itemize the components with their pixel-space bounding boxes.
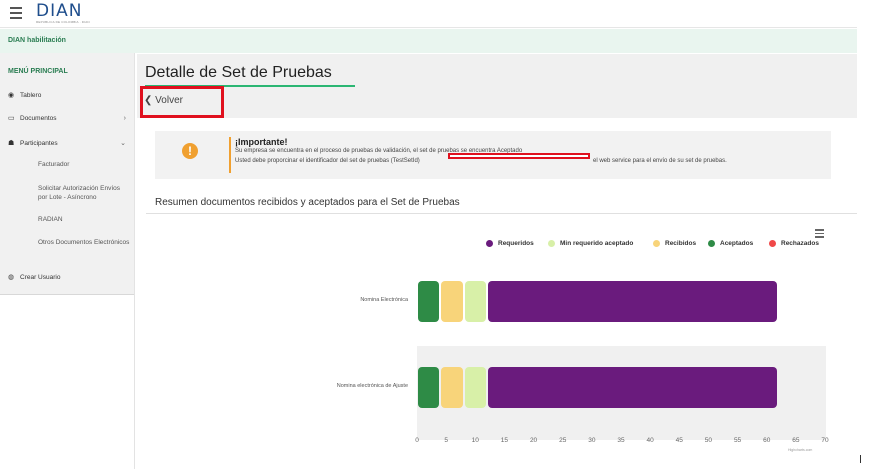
sidebar-item-label: Documentos bbox=[20, 114, 57, 122]
legend-dot-icon bbox=[486, 240, 493, 247]
x-tick-label: 60 bbox=[763, 437, 771, 444]
bar-min-requerido-aceptado[interactable] bbox=[464, 281, 486, 322]
user-add-icon: ◍ bbox=[8, 274, 15, 281]
sidebar-item-label: Crear Usuario bbox=[20, 273, 61, 281]
sidebar-item-documentos[interactable]: ▭ Documentos › bbox=[8, 114, 126, 123]
bar-requeridos[interactable] bbox=[487, 367, 778, 408]
sidebar-item-label: Participantes bbox=[20, 139, 58, 147]
legend-item-recibidos[interactable]: Recibidos bbox=[653, 240, 696, 247]
highlight-box-back bbox=[140, 86, 224, 118]
sidebar-subitem-otros-documentos[interactable]: Otros Documentos Electrónicos bbox=[38, 238, 130, 247]
x-tick-label: 20 bbox=[529, 437, 538, 444]
x-tick-label: 25 bbox=[559, 437, 567, 444]
sidebar-item-tablero[interactable]: ◉ Tablero bbox=[8, 91, 126, 100]
dashboard-icon: ◉ bbox=[8, 92, 15, 99]
x-tick-label: 65 bbox=[792, 437, 800, 444]
section-title: Resumen documentos recibidos y aceptados… bbox=[155, 197, 460, 208]
hamburger-menu-icon[interactable] bbox=[10, 7, 22, 19]
bar-aceptados[interactable] bbox=[418, 281, 440, 322]
x-tick-label: 0 bbox=[415, 437, 419, 444]
legend-item-rechazados[interactable]: Rechazados bbox=[769, 240, 819, 247]
users-icon: ☗ bbox=[8, 140, 15, 147]
sidebar-item-participantes[interactable]: ☗ Participantes ⌄ bbox=[8, 139, 126, 148]
x-tick-label: 40 bbox=[646, 437, 654, 444]
x-tick-label: 50 bbox=[704, 437, 713, 444]
legend-dot-icon bbox=[653, 240, 660, 247]
chevron-down-icon: ⌄ bbox=[120, 140, 126, 147]
x-tick-label: 45 bbox=[675, 437, 683, 444]
logo-subtitle: REPUBLICA DE COLOMBIA · DIAN bbox=[36, 20, 90, 24]
category-label: Nomina Electrónica bbox=[360, 297, 408, 303]
legend-item-min-requerido[interactable]: Min requerido aceptado bbox=[548, 240, 633, 247]
bar-min-requerido-aceptado[interactable] bbox=[464, 367, 486, 408]
page-title: Detalle de Set de Pruebas bbox=[145, 64, 332, 81]
sidebar-subitem-envios-lote[interactable]: Solicitar Autorización Envíos por Lote -… bbox=[38, 184, 130, 202]
chart-credits[interactable]: Highcharts.com bbox=[788, 448, 812, 452]
section-divider bbox=[146, 213, 857, 214]
top-bar: DIAN REPUBLICA DE COLOMBIA · DIAN bbox=[0, 0, 857, 28]
bar-recibidos[interactable] bbox=[441, 281, 463, 322]
x-tick-label: 35 bbox=[617, 437, 625, 444]
redacted-testsetid-box bbox=[448, 153, 590, 159]
legend-label: Aceptados bbox=[720, 240, 754, 247]
x-tick-label: 10 bbox=[471, 437, 479, 444]
bar-recibidos[interactable] bbox=[441, 367, 463, 408]
x-tick-label: 15 bbox=[500, 437, 509, 444]
chevron-right-icon: › bbox=[123, 114, 126, 122]
content-header: Detalle de Set de Pruebas ❮ Volver bbox=[137, 54, 857, 118]
legend-label: Rechazados bbox=[781, 240, 819, 247]
sidebar: MENÚ PRINCIPAL ◉ Tablero ▭ Documentos › … bbox=[0, 53, 134, 295]
text-cursor bbox=[860, 455, 861, 463]
legend-label: Requeridos bbox=[498, 240, 534, 247]
sidebar-subitem-radian[interactable]: RADIAN bbox=[38, 215, 130, 224]
x-tick-label: 55 bbox=[733, 437, 742, 444]
legend-dot-icon bbox=[548, 240, 555, 247]
legend-label: Min requerido aceptado bbox=[560, 240, 634, 247]
environment-bar: DIAN habilitación bbox=[0, 29, 857, 53]
category-label: Nomina electrónica de Ajuste bbox=[336, 383, 408, 389]
sidebar-subitem-facturador[interactable]: Facturador bbox=[38, 160, 130, 169]
alert-message-line2-end: el web service para el envío de su set d… bbox=[593, 158, 727, 164]
environment-label: DIAN habilitación bbox=[8, 37, 66, 44]
x-tick-label: 70 bbox=[821, 437, 829, 444]
legend-dot-icon bbox=[769, 240, 776, 247]
x-tick-label: 5 bbox=[444, 437, 448, 444]
bar-requeridos[interactable] bbox=[487, 281, 778, 322]
chart-menu-icon[interactable] bbox=[815, 229, 824, 240]
sidebar-heading: MENÚ PRINCIPAL bbox=[8, 68, 68, 75]
sidebar-item-label: Tablero bbox=[20, 91, 42, 99]
sidebar-item-crear-usuario[interactable]: ◍ Crear Usuario bbox=[8, 273, 126, 282]
x-tick-label: 30 bbox=[588, 437, 596, 444]
legend-item-requeridos[interactable]: Requeridos bbox=[486, 240, 534, 247]
bar-aceptados[interactable] bbox=[418, 367, 440, 408]
exclamation-icon: ! bbox=[182, 143, 198, 159]
alert-title: ¡Importante! bbox=[235, 137, 288, 147]
legend-dot-icon bbox=[708, 240, 715, 247]
alert-accent-bar bbox=[229, 137, 231, 173]
sidebar-divider bbox=[134, 53, 135, 469]
alert-message-line2-start: Usted debe proporcinar el identificador … bbox=[235, 158, 420, 164]
document-icon: ▭ bbox=[8, 115, 15, 122]
legend-item-aceptados[interactable]: Aceptados bbox=[708, 240, 753, 247]
legend-label: Recibidos bbox=[665, 240, 697, 247]
dian-logo[interactable]: DIAN bbox=[36, 3, 82, 20]
